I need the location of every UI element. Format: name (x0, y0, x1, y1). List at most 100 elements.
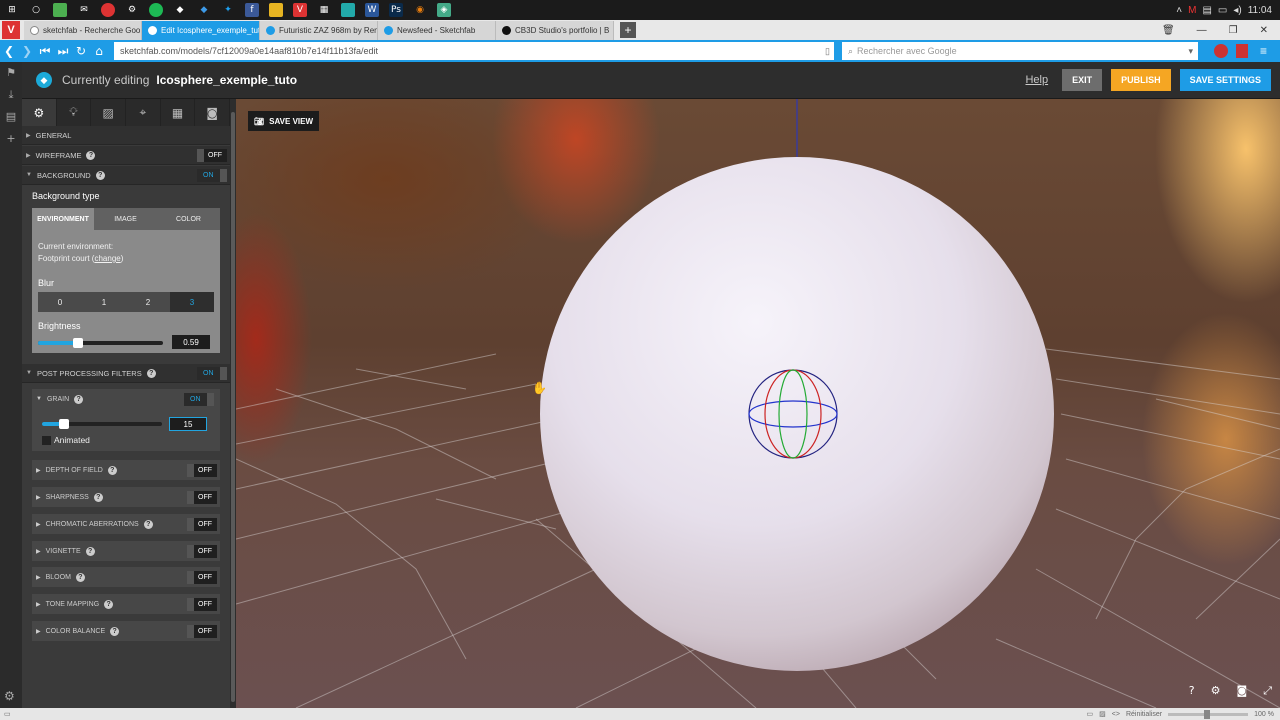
reload-icon[interactable]: ↻ (72, 44, 90, 58)
fast-forward-icon[interactable]: ⏭ (54, 44, 72, 59)
help-link[interactable]: Help (1025, 74, 1048, 86)
grain-slider[interactable] (42, 419, 162, 429)
scene-settings-gear-icon[interactable]: ⚙ (22, 99, 57, 126)
wireframe-toggle[interactable]: OFF (197, 148, 227, 162)
speaker-icon[interactable]: ◂) (1233, 5, 1241, 16)
browser-tab[interactable]: Futuristic ZAZ 968m by Ren (260, 21, 378, 40)
tab-environment[interactable]: ENVIRONMENT (32, 208, 94, 230)
filter-depth-of-field[interactable]: ▶ DEPTH OF FIELD? OFF (32, 460, 220, 480)
vignette-toggle[interactable]: OFF (187, 545, 217, 558)
save-settings-button[interactable]: SAVE SETTINGS (1179, 69, 1271, 91)
tab-color[interactable]: COLOR (157, 208, 220, 230)
publish-button[interactable]: PUBLISH (1111, 69, 1171, 91)
help-icon[interactable]: ? (75, 572, 85, 582)
bloom-toggle[interactable]: OFF (187, 571, 217, 584)
zoom-slider-knob[interactable] (1204, 709, 1211, 719)
brightness-value[interactable]: 0.59 (172, 335, 210, 349)
browser-tab[interactable]: sketchfab - Recherche Goo (24, 21, 142, 40)
grain-slider-knob[interactable] (59, 419, 69, 429)
trash-icon[interactable]: 🗑 (1162, 25, 1175, 36)
blender-icon[interactable]: ◉ (413, 3, 427, 17)
3d-viewport[interactable]: ✋ 📷︎ SAVE VIEW ? ⚙ ◙ ⤢ (236, 99, 1280, 708)
grain-value-input[interactable]: 15 (169, 417, 207, 431)
filter-tone-mapping[interactable]: ▶ TONE MAPPING? OFF (32, 594, 220, 614)
image-icon[interactable]: ▨ (91, 99, 127, 126)
chevron-down-icon[interactable]: ▾ (1188, 46, 1193, 57)
chromatic-aberrations-toggle[interactable]: OFF (187, 518, 217, 531)
help-icon[interactable]: ? (110, 626, 120, 636)
bookmark-icon[interactable]: ▯ (825, 46, 830, 57)
menu-icon[interactable]: ≡ (1260, 44, 1267, 58)
blur-option-3[interactable]: 3 (170, 292, 214, 312)
icosphere-model[interactable] (540, 157, 1054, 671)
help-icon[interactable]: ? (95, 170, 105, 180)
brightness-slider-knob[interactable] (73, 338, 83, 348)
panel-scrollbar-thumb[interactable] (231, 112, 235, 702)
settings-gear-icon[interactable]: ⚙ (1211, 684, 1221, 698)
fullscreen-icon[interactable]: ⤢ (1263, 684, 1272, 698)
vivaldi-icon[interactable]: V (293, 3, 307, 17)
help-icon[interactable]: ? (146, 368, 156, 378)
help-icon[interactable]: ? (85, 546, 95, 556)
app-icon[interactable] (53, 3, 67, 17)
help-icon[interactable]: ? (74, 394, 84, 404)
change-environment-link[interactable]: change (94, 254, 120, 263)
opera-icon[interactable] (101, 3, 115, 17)
rewind-icon[interactable]: ⏮ (36, 44, 54, 59)
search-engine-icon[interactable]: ⌕ (848, 46, 853, 57)
blur-option-0[interactable]: 0 (38, 292, 82, 312)
help-icon[interactable]: ? (107, 465, 117, 475)
page-tiling-icon[interactable]: ▭ (1087, 710, 1094, 718)
help-icon[interactable]: ? (93, 492, 103, 502)
download-icon[interactable]: ⤓ (0, 84, 22, 106)
save-view-button[interactable]: 📷︎ SAVE VIEW (248, 111, 320, 131)
cortana-icon[interactable]: ○ (29, 3, 43, 17)
lighting-bulb-icon[interactable]: 💡︎ (57, 99, 92, 126)
chat-icon[interactable]: ▭ (1218, 5, 1227, 16)
background-toggle[interactable]: ON (197, 168, 227, 182)
depth-of-field-toggle[interactable]: OFF (187, 464, 217, 477)
forward-icon[interactable]: ❯ (18, 44, 36, 58)
film-icon[interactable]: ▦ (161, 99, 196, 126)
gamepad-icon[interactable]: ◆ (173, 3, 187, 17)
gmail-icon[interactable]: M (1188, 5, 1196, 16)
vivaldi-menu-icon[interactable]: V (2, 21, 20, 39)
filter-sharpness[interactable]: ▶ SHARPNESS? OFF (32, 487, 220, 507)
animated-checkbox[interactable] (42, 435, 51, 445)
chevron-up-icon[interactable]: ˄ (1176, 5, 1182, 16)
dropbox-icon[interactable]: ◆ (197, 3, 211, 17)
vr-icon[interactable]: ◙ (1237, 684, 1248, 698)
panel-toggle-icon[interactable]: ▭ (4, 710, 11, 718)
close-window-icon[interactable]: ✕ (1260, 25, 1268, 36)
filter-chromatic-aberrations[interactable]: ▶ CHROMATIC ABERRATIONS? OFF (32, 514, 220, 534)
extension-icon[interactable] (1214, 44, 1228, 58)
word-icon[interactable]: W (365, 3, 379, 17)
filter-vignette[interactable]: ▶ VIGNETTE? OFF (32, 541, 220, 561)
browser-tab[interactable]: CB3D Studio's portfolio | B (496, 21, 614, 40)
tab-image[interactable]: IMAGE (94, 208, 157, 230)
folder-icon[interactable] (269, 3, 283, 17)
add-panel-icon[interactable]: + (0, 128, 22, 150)
search-field[interactable]: ⌕ Rechercher avec Google ▾ (842, 42, 1198, 60)
app-icon[interactable] (341, 3, 355, 17)
minimize-icon[interactable]: — (1197, 25, 1207, 36)
blur-option-1[interactable]: 1 (82, 292, 126, 312)
filter-color-balance[interactable]: ▶ COLOR BALANCE? OFF (32, 621, 220, 641)
zoom-slider[interactable] (1168, 709, 1249, 719)
url-field[interactable]: sketchfab.com/models/7cf12009a0e14aaf810… (114, 42, 834, 60)
grain-toggle[interactable]: ON (184, 393, 214, 406)
filter-bloom[interactable]: ▶ BLOOM? OFF (32, 567, 220, 587)
code-icon[interactable]: <> (1112, 711, 1120, 718)
notes-icon[interactable]: ▤ (0, 106, 22, 128)
new-tab-icon[interactable]: + (620, 22, 636, 38)
brightness-slider[interactable] (38, 338, 163, 348)
blur-option-2[interactable]: 2 (126, 292, 170, 312)
reset-zoom-link[interactable]: Réinitialiser (1126, 711, 1162, 718)
help-icon[interactable]: ? (143, 519, 153, 529)
steam-icon[interactable]: ⚙ (125, 3, 139, 17)
help-icon[interactable]: ? (104, 599, 114, 609)
restore-icon[interactable]: ❐ (1229, 25, 1238, 36)
network-icon[interactable]: ▤ (1202, 5, 1211, 16)
help-icon[interactable]: ? (86, 150, 96, 160)
section-general[interactable]: ▶ GENERAL (22, 126, 230, 145)
